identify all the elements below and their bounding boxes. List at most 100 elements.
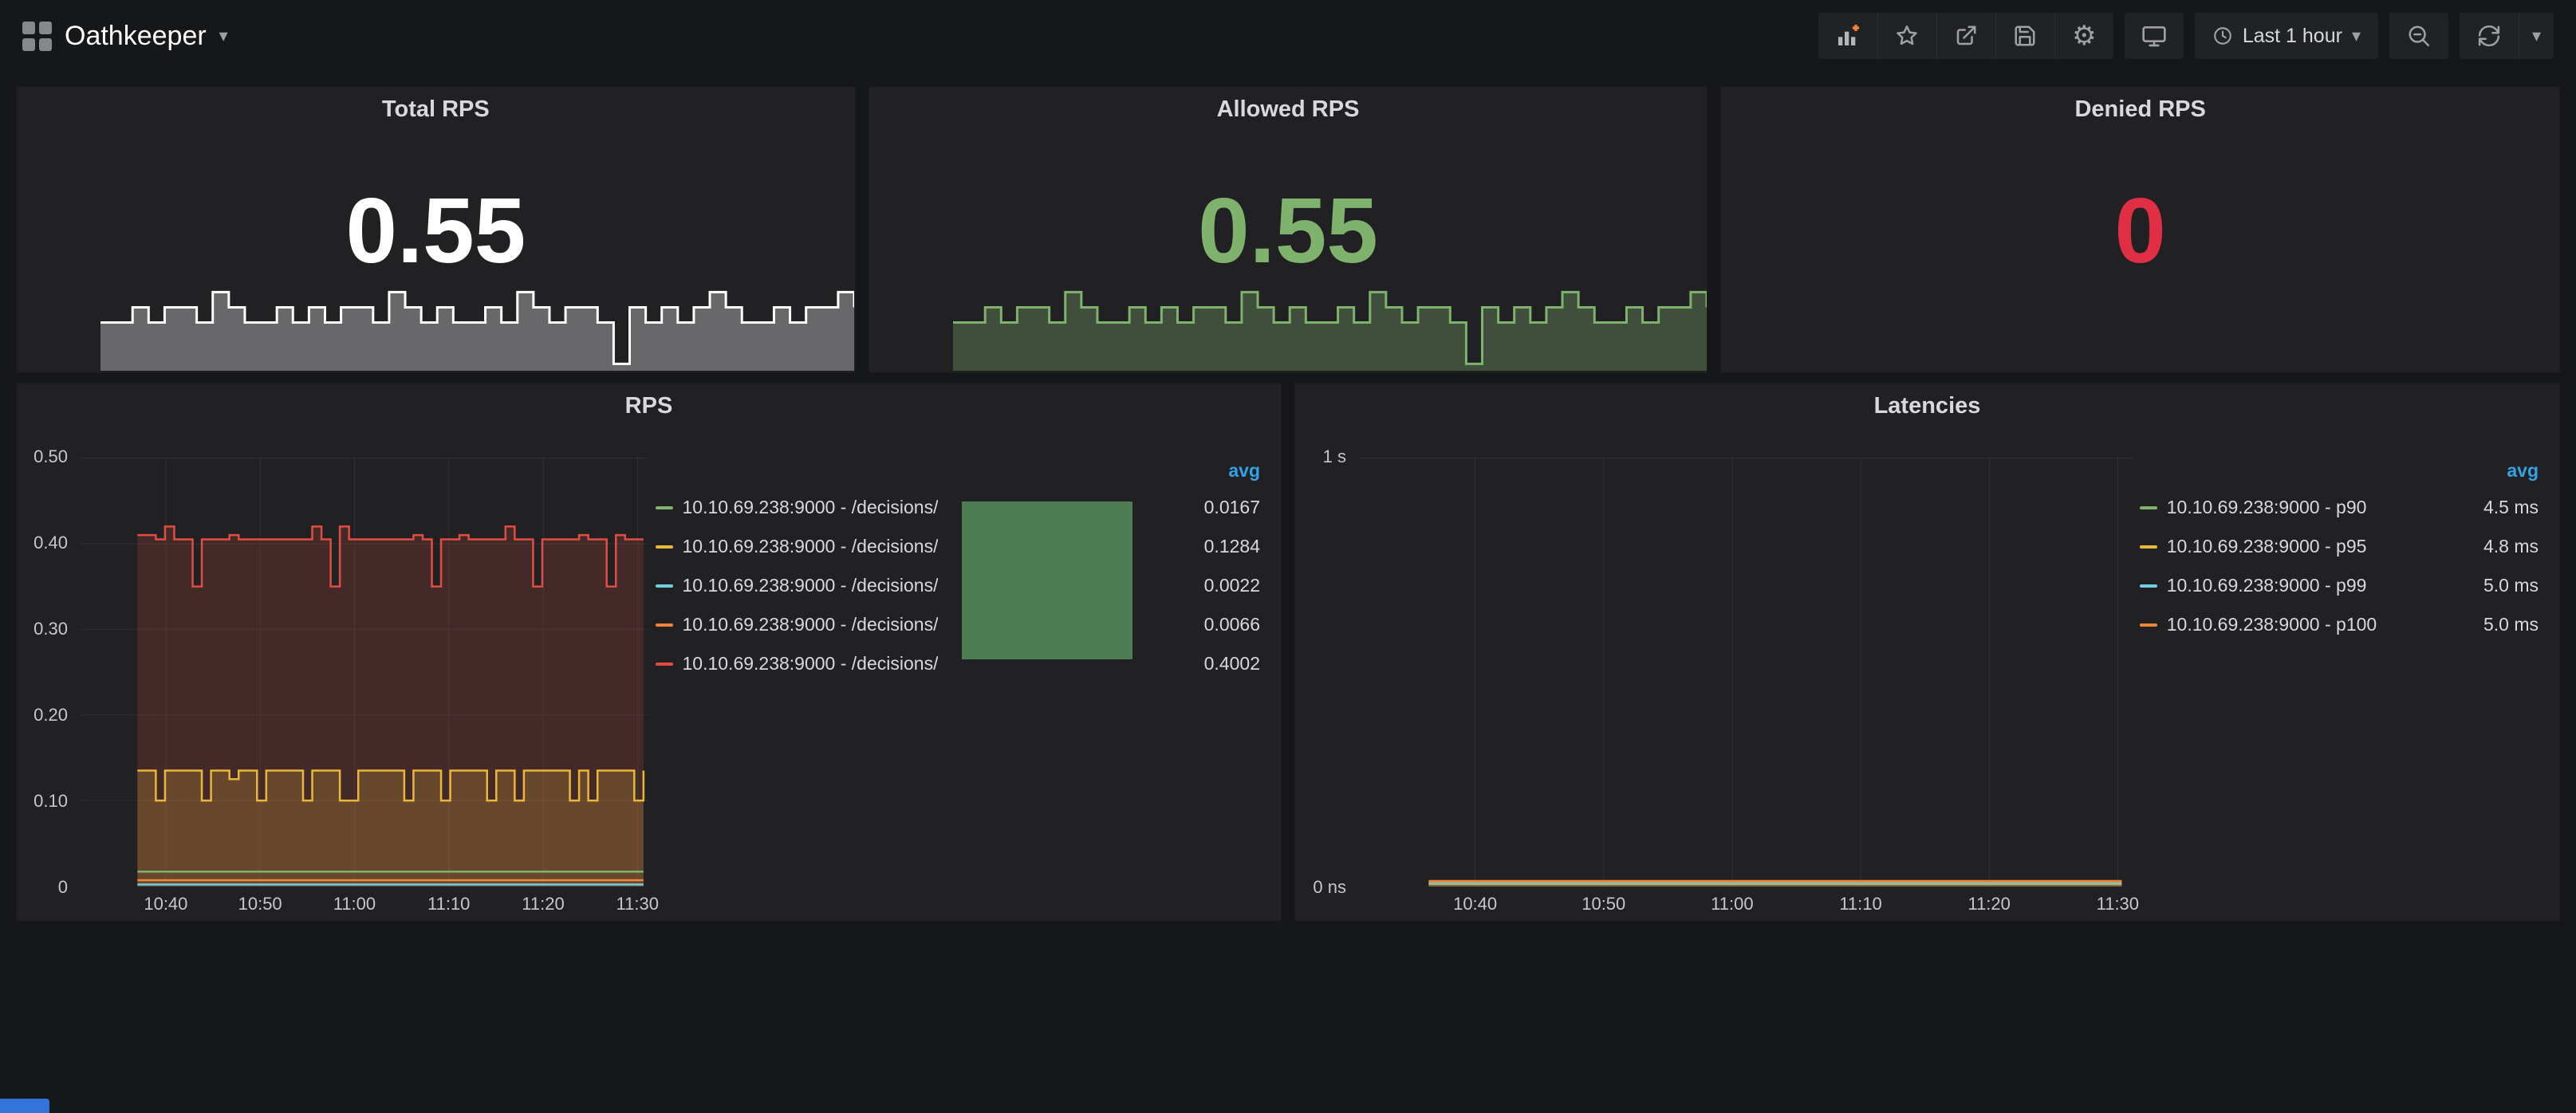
total-rps-sparkline	[100, 282, 854, 372]
zoom-out-group	[2389, 13, 2448, 59]
legend-row[interactable]: 10.10.69.238:9000 - p95 4.8 ms	[2133, 527, 2551, 566]
y-tick-label: 0	[58, 877, 68, 898]
y-tick-label: 0.10	[33, 791, 68, 812]
series-color-dash[interactable]	[656, 663, 673, 666]
navbar-left: Oathkeeper ▾	[22, 21, 228, 52]
latencies-graph-body: 1 s0 ns 10:4010:5011:0011:1011:2011:30 a…	[1295, 425, 2559, 921]
series-label[interactable]: 10.10.69.238:9000 - p95	[2167, 536, 2367, 557]
x-tick-label: 11:10	[427, 894, 470, 914]
add-panel-button[interactable]	[1818, 13, 1877, 59]
save-button[interactable]	[1995, 13, 2054, 59]
tv-icon	[2141, 23, 2167, 49]
dashboard-title[interactable]: Oathkeeper	[65, 21, 207, 52]
series-color-dash[interactable]	[2140, 506, 2157, 509]
panel-denied-rps: Denied RPS 0	[1720, 86, 2560, 373]
series-label[interactable]: 10.10.69.238:9000 - /decisions/	[683, 536, 939, 557]
stat-value-denied-rps: 0	[1721, 184, 2559, 277]
series-avg-value: 5.0 ms	[2468, 575, 2539, 596]
panel-allowed-rps: Allowed RPS 0.55	[869, 86, 1708, 373]
gear-icon: ⚙	[2072, 22, 2096, 49]
series-color-dash[interactable]	[656, 584, 673, 588]
series-color-dash[interactable]	[2140, 545, 2157, 549]
dashboard-grid: Total RPS 0.55 Allowed RPS 0.55 Denied R…	[0, 72, 2576, 922]
chevron-down-icon[interactable]: ▾	[219, 26, 228, 46]
latencies-plot[interactable]	[1359, 457, 2133, 887]
stat-value-total-rps: 0.55	[17, 184, 855, 277]
y-tick-label: 0.50	[33, 446, 68, 467]
legend-row[interactable]: 10.10.69.238:9000 - p90 4.5 ms	[2133, 488, 2551, 527]
x-tick-label: 11:20	[1967, 894, 2010, 914]
rps-graph-body: 0.50 0.40 0.30 0.20 0.10 0 10:40 10:50 11:00 11:…	[17, 425, 1281, 921]
star-button[interactable]	[1877, 13, 1936, 59]
series-label[interactable]: 10.10.69.238:9000 - /decisions/	[683, 614, 939, 635]
dashboards-grid-icon[interactable]	[22, 22, 52, 51]
series-color-dash[interactable]	[2140, 584, 2157, 588]
series-label[interactable]: 10.10.69.238:9000 - p90	[2167, 497, 2367, 518]
legend-avg-header: avg	[2133, 457, 2551, 488]
rps-plot[interactable]	[81, 457, 649, 887]
refresh-button[interactable]	[2460, 13, 2519, 59]
series-label[interactable]: 10.10.69.238:9000 - /decisions/	[683, 575, 939, 596]
y-tick-label: 0.20	[33, 705, 68, 726]
navbar-right: ⚙ Last 1 hour ▾	[1818, 13, 2554, 59]
series-avg-value: 5.0 ms	[2468, 614, 2539, 635]
series-color-dash[interactable]	[656, 623, 673, 627]
panel-title[interactable]: RPS	[17, 383, 1281, 428]
x-tick-label: 10:40	[144, 894, 187, 914]
graphs-row: RPS 0.50 0.40 0.30 0.20 0.10 0 10:40 10:50 11:0…	[16, 383, 2560, 922]
stat-value-allowed-rps: 0.55	[869, 184, 1707, 277]
refresh-group: ▾	[2460, 13, 2554, 59]
refresh-interval-dropdown[interactable]: ▾	[2519, 13, 2554, 59]
chevron-down-icon: ▾	[2352, 26, 2361, 46]
time-range-label: Last 1 hour	[2243, 25, 2342, 48]
y-tick-label: 0.40	[33, 533, 68, 553]
y-axis: 1 s0 ns	[1303, 457, 1359, 887]
time-picker-group: Last 1 hour ▾	[2195, 13, 2378, 59]
rps-chart-area: 0.50 0.40 0.30 0.20 0.10 0 10:40 10:50 11:00 11:…	[25, 425, 649, 916]
panel-title[interactable]: Total RPS	[17, 87, 855, 132]
series-avg-value: 0.4002	[1188, 653, 1260, 674]
panel-total-rps: Total RPS 0.55	[16, 86, 856, 373]
cycle-view-group	[2125, 13, 2184, 59]
x-tick-label: 10:50	[238, 894, 282, 914]
share-button[interactable]	[1936, 13, 1995, 59]
panel-title[interactable]: Allowed RPS	[869, 87, 1707, 132]
x-tick-label: 11:00	[1711, 894, 1753, 914]
x-tick-label: 11:20	[522, 894, 564, 914]
series-avg-value: 4.8 ms	[2468, 536, 2539, 557]
series-avg-value: 4.5 ms	[2468, 497, 2539, 518]
tv-mode-button[interactable]	[2125, 13, 2184, 59]
series-color-dash[interactable]	[2140, 623, 2157, 627]
series-avg-value: 0.1284	[1188, 536, 1260, 557]
bottom-left-chip[interactable]	[0, 1099, 49, 1113]
x-tick-label: 11:00	[333, 894, 376, 914]
green-overlay-box	[962, 501, 1132, 659]
legend-row[interactable]: 10.10.69.238:9000 - p100 5.0 ms	[2133, 605, 2551, 644]
series-label[interactable]: 10.10.69.238:9000 - /decisions/	[683, 653, 939, 674]
series-label[interactable]: 10.10.69.238:9000 - p100	[2167, 614, 2377, 635]
chevron-down-icon: ▾	[2532, 26, 2541, 46]
latencies-legend: avg10.10.69.238:9000 - p904.5 ms10.10.69…	[2133, 425, 2551, 916]
zoom-out-icon	[2407, 24, 2431, 48]
series-color-dash[interactable]	[656, 506, 673, 509]
series-label[interactable]: 10.10.69.238:9000 - p99	[2167, 575, 2367, 596]
panel-title[interactable]: Denied RPS	[1721, 87, 2559, 132]
navbar: Oathkeeper ▾	[0, 0, 2576, 72]
legend-row[interactable]: 10.10.69.238:9000 - p99 5.0 ms	[2133, 566, 2551, 605]
zoom-out-button[interactable]	[2389, 13, 2448, 59]
star-icon	[1895, 24, 1919, 48]
series-label[interactable]: 10.10.69.238:9000 - /decisions/	[683, 497, 939, 518]
series-color-dash[interactable]	[656, 545, 673, 549]
legend-avg-header: avg	[649, 457, 1274, 488]
save-icon	[2013, 24, 2037, 48]
latencies-chart-area: 1 s0 ns 10:4010:5011:0011:1011:2011:30	[1303, 425, 2133, 916]
stats-row: Total RPS 0.55 Allowed RPS 0.55 Denied R…	[16, 86, 2560, 373]
y-tick-label: 0.30	[33, 619, 68, 639]
share-icon	[1954, 24, 1978, 48]
settings-button[interactable]: ⚙	[2054, 13, 2113, 59]
time-range-picker[interactable]: Last 1 hour ▾	[2195, 13, 2378, 59]
x-tick-label: 11:10	[1839, 894, 1881, 914]
x-axis: 10:4010:5011:0011:1011:2011:30	[1359, 887, 2133, 916]
panel-title[interactable]: Latencies	[1295, 383, 2559, 428]
series-avg-value: 0.0167	[1188, 497, 1260, 518]
